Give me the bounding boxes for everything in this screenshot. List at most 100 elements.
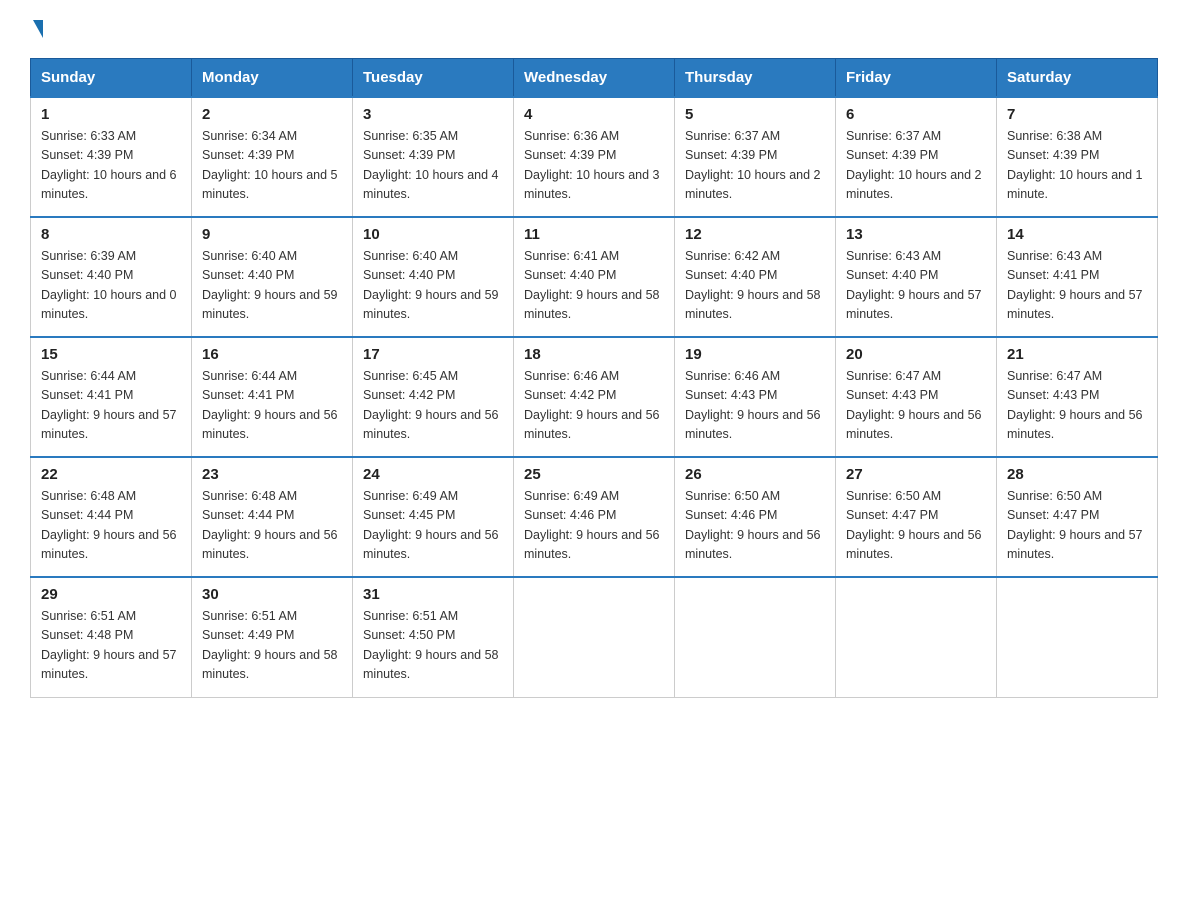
day-number: 11 <box>524 226 664 243</box>
empty-cell <box>514 577 675 697</box>
day-cell-23: 23Sunrise: 6:48 AMSunset: 4:44 PMDayligh… <box>192 457 353 577</box>
empty-cell <box>675 577 836 697</box>
week-row-2: 8 Sunrise: 6:39 AMSunset: 4:40 PMDaylight… <box>31 217 1158 337</box>
day-info: Sunrise: 6:40 AMSunset: 4:40 PMDaylight:… <box>202 247 342 325</box>
day-number: 3 <box>363 106 503 123</box>
day-number: 26 <box>685 466 825 483</box>
day-cell-1: 1 Sunrise: 6:33 AMSunset: 4:39 PMDaylight… <box>31 97 192 217</box>
day-cell-21: 21 Sunrise: 6:47 AMSunset: 4:43 PMDayligh… <box>997 337 1158 457</box>
day-info: Sunrise: 6:44 AMSunset: 4:41 PMDaylight:… <box>41 367 181 445</box>
day-cell-10: 10 Sunrise: 6:40 AMSunset: 4:40 PMDayligh… <box>353 217 514 337</box>
day-number: 6 <box>846 106 986 123</box>
day-cell-11: 11 Sunrise: 6:41 AMSunset: 4:40 PMDayligh… <box>514 217 675 337</box>
day-cell-15: 15Sunrise: 6:44 AMSunset: 4:41 PMDayligh… <box>31 337 192 457</box>
day-number: 9 <box>202 226 342 243</box>
calendar-table: SundayMondayTuesdayWednesdayThursdayFrid… <box>30 58 1158 698</box>
week-row-3: 15Sunrise: 6:44 AMSunset: 4:41 PMDayligh… <box>31 337 1158 457</box>
day-cell-7: 7 Sunrise: 6:38 AMSunset: 4:39 PMDaylight… <box>997 97 1158 217</box>
day-info: Sunrise: 6:34 AMSunset: 4:39 PMDaylight:… <box>202 127 342 205</box>
day-number: 8 <box>41 226 181 243</box>
day-info: Sunrise: 6:43 AMSunset: 4:40 PMDaylight:… <box>846 247 986 325</box>
weekday-header-sunday: Sunday <box>31 59 192 98</box>
day-cell-22: 22 Sunrise: 6:48 AMSunset: 4:44 PMDayligh… <box>31 457 192 577</box>
day-cell-31: 31 Sunrise: 6:51 AMSunset: 4:50 PMDayligh… <box>353 577 514 697</box>
week-row-4: 22 Sunrise: 6:48 AMSunset: 4:44 PMDayligh… <box>31 457 1158 577</box>
day-info: Sunrise: 6:39 AMSunset: 4:40 PMDaylight:… <box>41 247 181 325</box>
day-info: Sunrise: 6:50 AMSunset: 4:47 PMDaylight:… <box>846 487 986 565</box>
day-cell-16: 16 Sunrise: 6:44 AMSunset: 4:41 PMDayligh… <box>192 337 353 457</box>
day-cell-26: 26 Sunrise: 6:50 AMSunset: 4:46 PMDayligh… <box>675 457 836 577</box>
day-cell-3: 3 Sunrise: 6:35 AMSunset: 4:39 PMDaylight… <box>353 97 514 217</box>
day-number: 19 <box>685 346 825 363</box>
day-number: 21 <box>1007 346 1147 363</box>
day-number: 16 <box>202 346 342 363</box>
day-number: 7 <box>1007 106 1147 123</box>
day-cell-27: 27 Sunrise: 6:50 AMSunset: 4:47 PMDayligh… <box>836 457 997 577</box>
day-cell-14: 14 Sunrise: 6:43 AMSunset: 4:41 PMDayligh… <box>997 217 1158 337</box>
day-info: Sunrise: 6:37 AMSunset: 4:39 PMDaylight:… <box>846 127 986 205</box>
day-cell-19: 19 Sunrise: 6:46 AMSunset: 4:43 PMDayligh… <box>675 337 836 457</box>
day-info: Sunrise: 6:40 AMSunset: 4:40 PMDaylight:… <box>363 247 503 325</box>
day-cell-9: 9 Sunrise: 6:40 AMSunset: 4:40 PMDaylight… <box>192 217 353 337</box>
day-number: 18 <box>524 346 664 363</box>
day-info: Sunrise: 6:36 AMSunset: 4:39 PMDaylight:… <box>524 127 664 205</box>
week-row-1: 1 Sunrise: 6:33 AMSunset: 4:39 PMDaylight… <box>31 97 1158 217</box>
day-info: Sunrise: 6:51 AMSunset: 4:49 PMDaylight:… <box>202 607 342 685</box>
logo <box>30 20 43 38</box>
empty-cell <box>997 577 1158 697</box>
day-cell-24: 24 Sunrise: 6:49 AMSunset: 4:45 PMDayligh… <box>353 457 514 577</box>
day-cell-6: 6 Sunrise: 6:37 AMSunset: 4:39 PMDaylight… <box>836 97 997 217</box>
day-info: Sunrise: 6:35 AMSunset: 4:39 PMDaylight:… <box>363 127 503 205</box>
day-info: Sunrise: 6:46 AMSunset: 4:43 PMDaylight:… <box>685 367 825 445</box>
day-info: Sunrise: 6:33 AMSunset: 4:39 PMDaylight:… <box>41 127 181 205</box>
day-info: Sunrise: 6:37 AMSunset: 4:39 PMDaylight:… <box>685 127 825 205</box>
day-number: 14 <box>1007 226 1147 243</box>
day-cell-18: 18 Sunrise: 6:46 AMSunset: 4:42 PMDayligh… <box>514 337 675 457</box>
day-number: 23 <box>202 466 342 483</box>
day-number: 17 <box>363 346 503 363</box>
day-info: Sunrise: 6:47 AMSunset: 4:43 PMDaylight:… <box>1007 367 1147 445</box>
day-number: 31 <box>363 586 503 603</box>
weekday-header-tuesday: Tuesday <box>353 59 514 98</box>
logo-arrow-icon <box>33 20 43 38</box>
day-info: Sunrise: 6:50 AMSunset: 4:46 PMDaylight:… <box>685 487 825 565</box>
day-cell-25: 25 Sunrise: 6:49 AMSunset: 4:46 PMDayligh… <box>514 457 675 577</box>
day-number: 20 <box>846 346 986 363</box>
empty-cell <box>836 577 997 697</box>
day-cell-28: 28Sunrise: 6:50 AMSunset: 4:47 PMDayligh… <box>997 457 1158 577</box>
day-cell-17: 17 Sunrise: 6:45 AMSunset: 4:42 PMDayligh… <box>353 337 514 457</box>
day-number: 10 <box>363 226 503 243</box>
day-number: 22 <box>41 466 181 483</box>
day-info: Sunrise: 6:48 AMSunset: 4:44 PMDaylight:… <box>41 487 181 565</box>
day-info: Sunrise: 6:44 AMSunset: 4:41 PMDaylight:… <box>202 367 342 445</box>
weekday-header-row: SundayMondayTuesdayWednesdayThursdayFrid… <box>31 59 1158 98</box>
day-number: 12 <box>685 226 825 243</box>
day-info: Sunrise: 6:45 AMSunset: 4:42 PMDaylight:… <box>363 367 503 445</box>
day-cell-12: 12Sunrise: 6:42 AMSunset: 4:40 PMDayligh… <box>675 217 836 337</box>
day-number: 25 <box>524 466 664 483</box>
day-number: 1 <box>41 106 181 123</box>
day-info: Sunrise: 6:51 AMSunset: 4:50 PMDaylight:… <box>363 607 503 685</box>
calendar-body: 1 Sunrise: 6:33 AMSunset: 4:39 PMDaylight… <box>31 97 1158 697</box>
day-info: Sunrise: 6:49 AMSunset: 4:46 PMDaylight:… <box>524 487 664 565</box>
day-info: Sunrise: 6:46 AMSunset: 4:42 PMDaylight:… <box>524 367 664 445</box>
day-cell-4: 4 Sunrise: 6:36 AMSunset: 4:39 PMDaylight… <box>514 97 675 217</box>
day-cell-13: 13 Sunrise: 6:43 AMSunset: 4:40 PMDayligh… <box>836 217 997 337</box>
day-number: 27 <box>846 466 986 483</box>
day-info: Sunrise: 6:49 AMSunset: 4:45 PMDaylight:… <box>363 487 503 565</box>
weekday-header-wednesday: Wednesday <box>514 59 675 98</box>
day-info: Sunrise: 6:41 AMSunset: 4:40 PMDaylight:… <box>524 247 664 325</box>
day-cell-5: 5 Sunrise: 6:37 AMSunset: 4:39 PMDaylight… <box>675 97 836 217</box>
day-info: Sunrise: 6:38 AMSunset: 4:39 PMDaylight:… <box>1007 127 1147 205</box>
day-number: 24 <box>363 466 503 483</box>
day-number: 13 <box>846 226 986 243</box>
day-cell-8: 8 Sunrise: 6:39 AMSunset: 4:40 PMDaylight… <box>31 217 192 337</box>
day-cell-20: 20 Sunrise: 6:47 AMSunset: 4:43 PMDayligh… <box>836 337 997 457</box>
day-info: Sunrise: 6:47 AMSunset: 4:43 PMDaylight:… <box>846 367 986 445</box>
day-number: 5 <box>685 106 825 123</box>
day-number: 4 <box>524 106 664 123</box>
day-info: Sunrise: 6:43 AMSunset: 4:41 PMDaylight:… <box>1007 247 1147 325</box>
weekday-header-monday: Monday <box>192 59 353 98</box>
weekday-header-saturday: Saturday <box>997 59 1158 98</box>
weekday-header-friday: Friday <box>836 59 997 98</box>
